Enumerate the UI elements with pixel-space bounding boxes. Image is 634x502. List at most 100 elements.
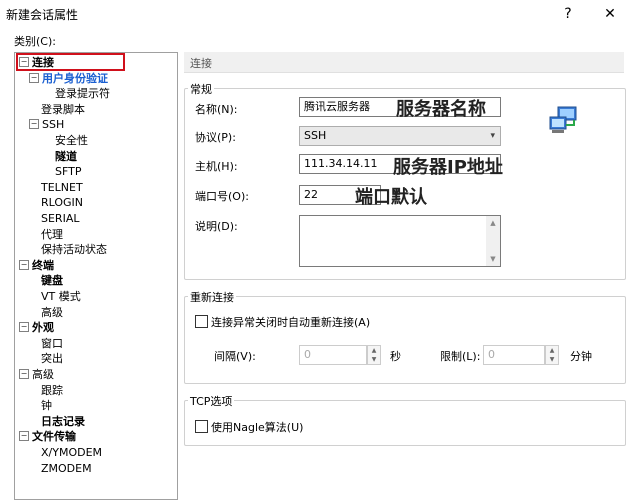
help-button[interactable]: ? — [553, 3, 583, 25]
description-scrollbar[interactable]: ▲ ▼ — [486, 216, 500, 266]
tree-item[interactable]: − 文件传输 — [19, 429, 76, 444]
auto-reconnect-label[interactable]: 连接异常关闭时自动重新连接(A) — [211, 314, 370, 330]
tree-item[interactable]: 隧道 — [43, 149, 77, 164]
panel-header-title: 连接 — [190, 57, 212, 70]
tree-item-label: 高级 — [41, 305, 63, 319]
network-computers-icon — [549, 106, 577, 133]
tree-item-label: 代理 — [41, 227, 63, 241]
tree-item[interactable]: − 终端 — [19, 258, 54, 273]
spin-up-icon[interactable]: ▲ — [546, 346, 558, 355]
description-textarea[interactable]: ▲ ▼ — [299, 215, 501, 267]
tree-item-label: SERIAL — [41, 212, 80, 225]
limit-label: 限制(L): — [440, 350, 481, 363]
window-title: 新建会话属性 — [6, 8, 79, 22]
tree-item[interactable]: − 用户身份验证 — [29, 71, 108, 86]
description-label: 说明(D): — [195, 220, 238, 233]
tree-item-label: VT 模式 — [41, 290, 81, 303]
tree-item-label: 日志记录 — [41, 414, 85, 428]
tree-item[interactable]: 键盘 — [29, 273, 63, 288]
tree-item-label: 外观 — [32, 321, 54, 335]
auto-reconnect-checkbox[interactable] — [195, 315, 208, 328]
spin-down-icon[interactable]: ▼ — [368, 355, 380, 364]
tree-item[interactable]: 代理 — [29, 227, 63, 242]
collapse-icon[interactable]: − — [19, 431, 29, 442]
tree-item[interactable]: 登录脚本 — [29, 102, 85, 117]
protocol-label: 协议(P): — [195, 131, 236, 144]
nagle-checkbox[interactable] — [195, 420, 208, 433]
reconnect-group — [184, 296, 626, 384]
tree-item[interactable]: 高级 — [29, 305, 63, 320]
interval-unit: 秒 — [390, 350, 401, 363]
spin-up-icon[interactable]: ▲ — [368, 346, 380, 355]
tree-item[interactable]: 突出 — [29, 351, 63, 366]
annotation-server-ip: 服务器IP地址 — [393, 157, 503, 178]
interval-label: 间隔(V): — [214, 350, 256, 363]
scroll-down-icon[interactable]: ▼ — [486, 252, 500, 266]
tree-item[interactable]: 钟 — [29, 398, 52, 413]
collapse-icon[interactable]: − — [29, 119, 39, 130]
limit-input[interactable]: 0 — [483, 345, 545, 365]
limit-unit: 分钟 — [570, 350, 592, 363]
tree-item[interactable]: 登录提示符 — [43, 86, 110, 101]
general-group-title: 常规 — [188, 81, 214, 97]
tree-item-label: ZMODEM — [41, 461, 92, 475]
tree-item[interactable]: 保持活动状态 — [29, 242, 107, 257]
host-label: 主机(H): — [195, 160, 238, 173]
tree-item[interactable]: 安全性 — [43, 133, 88, 148]
tree-item[interactable]: RLOGIN — [29, 195, 83, 210]
close-button[interactable]: ✕ — [595, 3, 625, 25]
tree-item[interactable]: 窗口 — [29, 336, 63, 351]
panel-header: 连接 — [184, 52, 624, 73]
tcp-group-title: TCP选项 — [188, 393, 235, 409]
tree-item[interactable]: 跟踪 — [29, 383, 63, 398]
tree-item-label: 文件传输 — [32, 430, 76, 444]
reconnect-group-title: 重新连接 — [188, 289, 236, 305]
tree-item[interactable]: ZMODEM — [29, 461, 92, 476]
tree-item-label: SSH — [42, 118, 65, 132]
tree-item-label: 钟 — [41, 399, 52, 413]
collapse-icon[interactable]: − — [29, 72, 39, 83]
tree-item-label: 窗口 — [41, 336, 63, 350]
tree-item-label: 隧道 — [55, 149, 77, 163]
tree-item[interactable]: − SSH — [29, 117, 64, 132]
tree-item-label: TELNET — [41, 180, 83, 194]
tree-item-label: 保持活动状态 — [41, 243, 107, 257]
tree-item[interactable]: − 外观 — [19, 320, 54, 335]
collapse-icon[interactable]: − — [19, 322, 29, 333]
protocol-value: SSH — [304, 129, 327, 142]
highlight-box — [16, 53, 125, 71]
tree-item[interactable]: SFTP — [43, 164, 81, 179]
tree-item-label: 登录提示符 — [55, 87, 110, 101]
tree-item-label: 安全性 — [55, 134, 88, 147]
tree-item-label: X/YMODEM — [41, 446, 103, 459]
limit-spinner[interactable]: ▲ ▼ — [545, 345, 559, 365]
tree-item-label: 突出 — [41, 352, 63, 366]
chevron-down-icon: ▾ — [490, 131, 495, 141]
tree-item[interactable]: − 高级 — [19, 367, 54, 382]
interval-spinner[interactable]: ▲ ▼ — [367, 345, 381, 365]
annotation-port-default: 端口默认 — [355, 187, 427, 208]
name-label: 名称(N): — [195, 103, 238, 116]
tree-item[interactable]: VT 模式 — [29, 289, 81, 304]
collapse-icon[interactable]: − — [19, 369, 29, 379]
tree-item-label: SFTP — [55, 165, 82, 179]
port-label: 端口号(O): — [195, 190, 249, 203]
nagle-label[interactable]: 使用Nagle算法(U) — [211, 419, 303, 435]
tree-item-label: 终端 — [32, 258, 54, 272]
title-bar: 新建会话属性 ? ✕ — [0, 0, 634, 28]
tree-item-label: 用户身份验证 — [42, 71, 108, 85]
tree-item[interactable]: X/YMODEM — [29, 445, 102, 460]
tree-item-label: 高级 — [32, 368, 54, 381]
annotation-server-name: 服务器名称 — [396, 99, 486, 120]
scroll-up-icon[interactable]: ▲ — [486, 216, 500, 230]
tree-item[interactable]: 日志记录 — [29, 414, 85, 429]
spin-down-icon[interactable]: ▼ — [546, 355, 558, 364]
tree-item[interactable]: TELNET — [29, 180, 83, 195]
protocol-select[interactable]: SSH ▾ — [299, 126, 501, 146]
tree-item-label: 键盘 — [41, 274, 63, 288]
collapse-icon[interactable]: − — [19, 259, 29, 270]
interval-input[interactable]: 0 — [299, 345, 367, 365]
tree-item-label: 登录脚本 — [41, 102, 85, 116]
category-tree[interactable]: − 连接 − 用户身份验证 登录提示符 登录脚本 − SSH 安全性 隧道 SFTP TELNET RL… — [14, 52, 178, 500]
tree-item[interactable]: SERIAL — [29, 211, 79, 226]
